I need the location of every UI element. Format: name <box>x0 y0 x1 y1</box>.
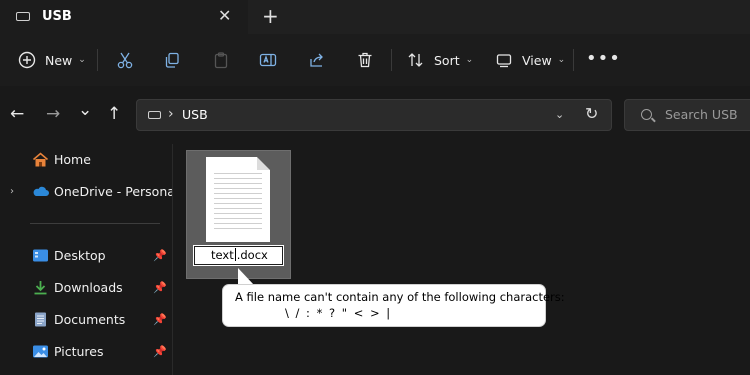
tooltip-message: A file name can't contain any of the fol… <box>235 290 565 304</box>
file-view: text .docx A file name can't contain any … <box>173 144 750 375</box>
tab-bar: USB ✕ + <box>0 0 750 34</box>
rename-icon[interactable] <box>259 48 277 72</box>
sidebar-item-home[interactable]: Home <box>0 145 172 173</box>
onedrive-icon <box>33 186 49 196</box>
sidebar-item-label: Desktop <box>54 247 106 263</box>
chevron-down-icon: ⌄ <box>557 55 566 65</box>
pin-icon[interactable]: 📌 <box>153 313 167 326</box>
home-icon <box>32 151 49 166</box>
new-button[interactable]: New ⌄ <box>18 48 86 72</box>
divider <box>573 49 574 71</box>
tab-title: USB <box>42 9 72 24</box>
downloads-icon <box>34 280 47 294</box>
paste-icon[interactable] <box>212 48 230 72</box>
address-bar[interactable]: › USB ⌄ ↻ <box>136 99 612 131</box>
view-button[interactable]: View ⌄ <box>495 48 565 72</box>
plus-circle-icon <box>18 51 36 69</box>
navigation-pane: Home › OneDrive - Personal Desktop 📌 Dow… <box>0 144 178 375</box>
copy-icon[interactable] <box>163 48 181 72</box>
close-tab-icon[interactable]: ✕ <box>218 7 231 25</box>
sidebar-item-documents[interactable]: Documents 📌 <box>0 305 172 333</box>
drive-icon <box>148 111 161 119</box>
pin-icon[interactable]: 📌 <box>153 249 167 262</box>
sidebar-divider <box>30 223 160 224</box>
chevron-down-icon: ⌄ <box>465 55 474 65</box>
sidebar-item-label: Downloads <box>54 279 123 295</box>
search-input[interactable]: Search USB <box>624 99 750 131</box>
file-extension-part: .docx <box>236 248 268 262</box>
text-cursor <box>234 248 236 261</box>
cut-icon[interactable] <box>116 48 134 72</box>
sort-icon <box>408 53 423 67</box>
address-row: ← → ⌄ ↑ › USB ⌄ ↻ Search USB <box>0 86 750 144</box>
sidebar-item-label: Pictures <box>54 343 104 359</box>
pin-icon[interactable]: 📌 <box>153 281 167 294</box>
new-tab-button[interactable]: + <box>262 5 279 27</box>
sidebar-item-pictures[interactable]: Pictures 📌 <box>0 337 172 365</box>
recent-locations-button[interactable]: ⌄ <box>78 100 92 120</box>
new-button-label: New <box>45 52 73 68</box>
back-button[interactable]: ← <box>10 104 24 124</box>
chevron-down-icon: ⌄ <box>78 55 86 65</box>
sidebar-item-onedrive[interactable]: › OneDrive - Personal <box>0 177 178 205</box>
more-options-icon[interactable]: ••• <box>586 48 621 69</box>
pin-icon[interactable]: 📌 <box>153 345 167 358</box>
search-placeholder: Search USB <box>665 107 738 122</box>
documents-icon <box>35 312 46 326</box>
refresh-icon[interactable]: ↻ <box>585 104 598 123</box>
tab-usb[interactable]: USB ✕ <box>0 0 248 34</box>
command-bar: New ⌄ Sort ⌄ View ⌄ ••• <box>0 34 750 86</box>
address-dropdown-icon[interactable]: ⌄ <box>555 108 564 121</box>
sidebar-item-downloads[interactable]: Downloads 📌 <box>0 273 172 301</box>
drive-icon <box>16 12 30 21</box>
breadcrumb-chevron-icon: › <box>168 106 174 122</box>
expand-chevron-icon[interactable]: › <box>10 186 14 197</box>
search-icon <box>641 109 652 120</box>
tooltip-invalid-characters: \ / : * ? " < > | <box>285 306 392 320</box>
delete-icon[interactable] <box>356 48 374 72</box>
sort-button[interactable]: Sort ⌄ <box>407 48 473 72</box>
divider <box>391 49 392 71</box>
sidebar-item-desktop[interactable]: Desktop 📌 <box>0 241 172 269</box>
document-file-icon <box>206 157 270 242</box>
view-button-label: View <box>522 52 552 68</box>
sort-button-label: Sort <box>434 52 460 68</box>
rename-field[interactable]: text .docx <box>193 245 284 266</box>
sidebar-item-label: Home <box>54 151 91 167</box>
tooltip-pointer <box>238 268 254 285</box>
up-button[interactable]: ↑ <box>107 104 121 124</box>
file-name-part: text <box>211 248 234 262</box>
forward-button[interactable]: → <box>46 104 60 124</box>
sidebar-item-label: OneDrive - Personal <box>54 183 179 199</box>
desktop-icon <box>33 249 48 261</box>
share-icon[interactable] <box>308 48 326 72</box>
pictures-icon <box>33 345 48 357</box>
divider <box>97 49 98 71</box>
sidebar-item-label: Documents <box>54 311 126 327</box>
file-item-text-docx[interactable]: text .docx <box>186 150 291 279</box>
view-icon <box>496 54 512 68</box>
invalid-characters-tooltip: A file name can't contain any of the fol… <box>222 284 565 327</box>
breadcrumb-usb[interactable]: USB <box>182 107 208 122</box>
